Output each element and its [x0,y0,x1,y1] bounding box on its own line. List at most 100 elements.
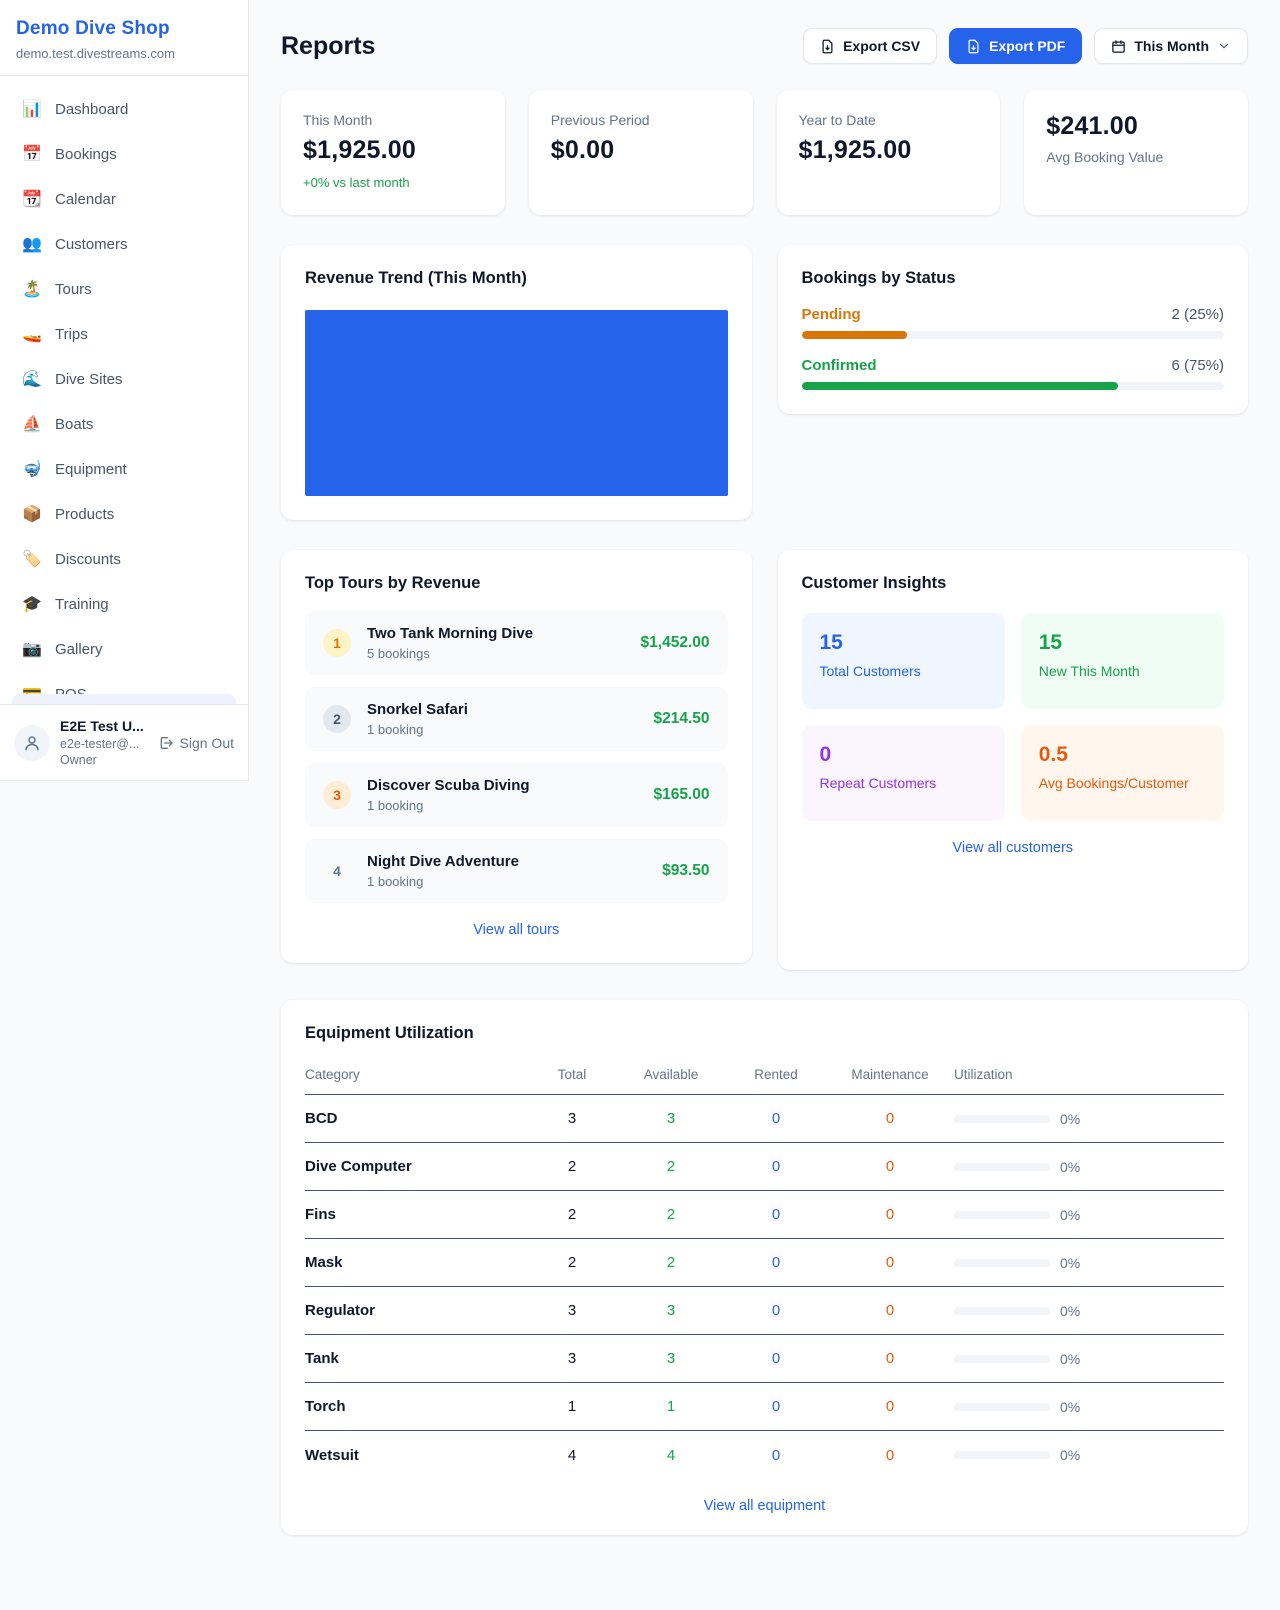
revenue-bar [305,310,728,496]
period-select[interactable]: This Month [1094,28,1248,64]
stat-label: Year to Date [799,112,979,128]
user-icon [23,734,41,752]
sidebar-item-label: Calendar [55,191,116,208]
status-fill [802,331,908,339]
export-csv-button[interactable]: Export CSV [803,28,937,64]
status-label: Confirmed [802,357,877,374]
sidebar-item-products[interactable]: 📦 Products [12,495,236,533]
bookings-by-status-panel: Bookings by Status Pending 2 (25%) Confi… [778,245,1249,414]
status-row: Pending 2 (25%) [802,306,1225,339]
tour-bookings: 1 booking [367,874,519,889]
view-all-equipment-link[interactable]: View all equipment [704,1498,825,1514]
sidebar-item-training[interactable]: 🎓 Training [12,585,236,623]
sidebar-item-calendar[interactable]: 📆 Calendar [12,180,236,218]
stat-value: $241.00 [1046,112,1226,141]
utilization-text: 0% [1060,1159,1080,1175]
cell-category: Mask [305,1254,528,1271]
cell-category: Regulator [305,1302,528,1319]
calendar-icon [1111,39,1126,54]
cell-utilization: 0% [954,1111,1224,1127]
page-title: Reports [281,32,375,61]
panel-title: Equipment Utilization [305,1024,1224,1043]
cell-available: 2 [616,1254,726,1271]
tour-amount: $1,452.00 [641,634,710,652]
customer-insights-panel: Customer Insights 15 Total Customers 15 … [778,550,1249,970]
stat-card-this-month: This Month $1,925.00 +0% vs last month [281,90,505,215]
cell-maintenance: 0 [826,1398,954,1415]
equipment-utilization-panel: Equipment Utilization Category Total Ava… [281,1000,1248,1535]
icon-gallery: 📷 [22,639,42,659]
cell-utilization: 0% [954,1255,1224,1271]
cell-rented: 0 [726,1302,826,1319]
view-all-tours-link[interactable]: View all tours [473,922,559,938]
sign-out-button[interactable]: Sign Out [158,735,234,751]
utilization-bar [954,1259,1050,1267]
insight-label: Total Customers [820,663,987,679]
page-header: Reports Export CSV Export PDF [281,28,1248,64]
avatar [14,725,50,761]
sidebar-item-tours[interactable]: 🏝️ Tours [12,270,236,308]
stat-card-year-to-date: Year to Date $1,925.00 [777,90,1001,215]
sidebar-item-discounts[interactable]: 🏷️ Discounts [12,540,236,578]
insight-value: 15 [1039,631,1206,655]
table-row: Mask 2 2 0 0 0% [305,1239,1224,1287]
sidebar-item-equipment[interactable]: 🤿 Equipment [12,450,236,488]
stat-value: $1,925.00 [303,136,483,165]
revenue-trend-panel: Revenue Trend (This Month) [281,245,752,520]
icon-trips: 🚤 [22,324,42,344]
period-label: This Month [1134,38,1209,54]
status-row: Confirmed 6 (75%) [802,357,1225,390]
sidebar-item-label: Bookings [55,146,117,163]
tour-row[interactable]: 1 Two Tank Morning Dive 5 bookings $1,45… [305,611,728,675]
cell-maintenance: 0 [826,1302,954,1319]
table-row: Regulator 3 3 0 0 0% [305,1287,1224,1335]
tour-row[interactable]: 3 Discover Scuba Diving 1 booking $165.0… [305,763,728,827]
utilization-bar [954,1451,1050,1459]
export-pdf-button[interactable]: Export PDF [949,28,1082,64]
sidebar-item-dashboard[interactable]: 📊 Dashboard [12,90,236,128]
insights-row: Top Tours by Revenue 1 Two Tank Morning … [281,550,1248,970]
sidebar-item-label: Dashboard [55,101,128,118]
stat-value: $1,925.00 [799,136,979,165]
chevron-down-icon [1217,39,1231,53]
export-pdf-label: Export PDF [989,38,1065,54]
table-row: Tank 3 3 0 0 0% [305,1335,1224,1383]
sidebar-item-gallery[interactable]: 📷 Gallery [12,630,236,668]
tour-row[interactable]: 4 Night Dive Adventure 1 booking $93.50 [305,839,728,903]
view-all-customers-link[interactable]: View all customers [952,840,1073,856]
insight-tile: 15 Total Customers [802,613,1005,709]
cell-utilization: 0% [954,1399,1224,1415]
sidebar-item-customers[interactable]: 👥 Customers [12,225,236,263]
user-name: E2E Test U... [60,717,144,735]
sidebar-item-boats[interactable]: ⛵ Boats [12,405,236,443]
stat-value: $0.00 [551,136,731,165]
status-count: 6 (75%) [1171,357,1224,374]
cell-available: 3 [616,1110,726,1127]
cell-maintenance: 0 [826,1254,954,1271]
view-all-tours-wrap: View all tours [305,921,728,939]
sidebar-item-bookings[interactable]: 📅 Bookings [12,135,236,173]
tour-amount: $93.50 [662,862,709,880]
table-row: BCD 3 3 0 0 0% [305,1095,1224,1143]
sidebar-item-label: Tours [55,281,92,298]
tour-name: Discover Scuba Diving [367,777,530,794]
user-email: e2e-tester@... [60,736,144,752]
panel-title: Top Tours by Revenue [305,574,728,593]
tour-name: Snorkel Safari [367,701,468,718]
sidebar-item-trips[interactable]: 🚤 Trips [12,315,236,353]
cell-rented: 0 [726,1158,826,1175]
tour-row[interactable]: 2 Snorkel Safari 1 booking $214.50 [305,687,728,751]
cell-utilization: 0% [954,1159,1224,1175]
icon-dashboard: 📊 [22,99,42,119]
utilization-text: 0% [1060,1399,1080,1415]
cell-rented: 0 [726,1206,826,1223]
main-content: Reports Export CSV Export PDF [249,0,1280,1595]
panel-title: Customer Insights [802,574,1225,593]
utilization-text: 0% [1060,1255,1080,1271]
sidebar-item-label: Discounts [55,551,121,568]
icon-tours: 🏝️ [22,279,42,299]
cell-total: 3 [528,1302,616,1319]
cell-available: 4 [616,1447,726,1464]
cell-utilization: 0% [954,1207,1224,1223]
sidebar-item-dive-sites[interactable]: 🌊 Dive Sites [12,360,236,398]
